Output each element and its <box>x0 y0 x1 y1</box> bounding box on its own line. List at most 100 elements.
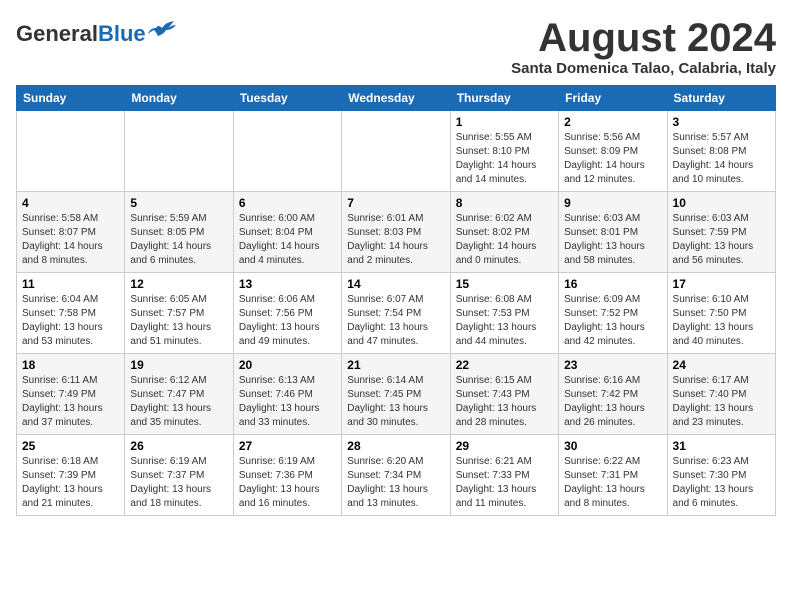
day-info: Sunrise: 6:16 AM Sunset: 7:42 PM Dayligh… <box>564 374 661 430</box>
calendar-table: SundayMondayTuesdayWednesdayThursdayFrid… <box>16 85 776 516</box>
title-block: August 2024 Santa Domenica Talao, Calabr… <box>511 16 776 77</box>
calendar-cell: 26 Sunrise: 6:19 AM Sunset: 7:37 PM Dayli… <box>125 435 233 516</box>
logo-bird-icon <box>148 20 176 40</box>
day-number: 27 <box>239 439 336 453</box>
calendar-cell: 27 Sunrise: 6:19 AM Sunset: 7:36 PM Dayli… <box>233 435 341 516</box>
calendar-cell: 22Sunrise: 6:15 AM Sunset: 7:43 PM Dayli… <box>450 354 558 435</box>
logo-text: GeneralBlue <box>16 23 146 45</box>
day-info: Sunrise: 6:19 AM Sunset: 7:36 PM Dayligh… <box>239 455 336 511</box>
day-number: 14 <box>347 277 444 291</box>
calendar-cell: 29 Sunrise: 6:21 AM Sunset: 7:33 PM Dayli… <box>450 435 558 516</box>
page-header: GeneralBlue August 2024 Santa Domenica T… <box>16 16 776 77</box>
weekday-row: SundayMondayTuesdayWednesdayThursdayFrid… <box>17 86 776 111</box>
day-info: Sunrise: 6:01 AM Sunset: 8:03 PM Dayligh… <box>347 212 444 268</box>
calendar-cell: 28 Sunrise: 6:20 AM Sunset: 7:34 PM Dayli… <box>342 435 450 516</box>
day-info: Sunrise: 6:06 AM Sunset: 7:56 PM Dayligh… <box>239 293 336 349</box>
day-number: 24 <box>673 358 770 372</box>
day-number: 8 <box>456 196 553 210</box>
month-year: August 2024 <box>511 16 776 60</box>
calendar-cell: 12 Sunrise: 6:05 AM Sunset: 7:57 PM Dayli… <box>125 273 233 354</box>
day-info: Sunrise: 5:57 AM Sunset: 8:08 PM Dayligh… <box>673 131 770 187</box>
weekday-header: Thursday <box>450 86 558 111</box>
calendar-cell: 8 Sunrise: 6:02 AM Sunset: 8:02 PM Daylig… <box>450 192 558 273</box>
day-number: 6 <box>239 196 336 210</box>
calendar-cell: 21 Sunrise: 6:14 AM Sunset: 7:45 PM Dayli… <box>342 354 450 435</box>
calendar-cell: 16Sunrise: 6:09 AM Sunset: 7:52 PM Dayli… <box>559 273 667 354</box>
day-info: Sunrise: 6:18 AM Sunset: 7:39 PM Dayligh… <box>22 455 119 511</box>
day-info: Sunrise: 6:20 AM Sunset: 7:34 PM Dayligh… <box>347 455 444 511</box>
day-info: Sunrise: 5:56 AM Sunset: 8:09 PM Dayligh… <box>564 131 661 187</box>
calendar-cell: 23 Sunrise: 6:16 AM Sunset: 7:42 PM Dayli… <box>559 354 667 435</box>
day-number: 19 <box>130 358 227 372</box>
day-number: 4 <box>22 196 119 210</box>
day-number: 11 <box>22 277 119 291</box>
logo: GeneralBlue <box>16 20 176 48</box>
calendar-cell: 20 Sunrise: 6:13 AM Sunset: 7:46 PM Dayli… <box>233 354 341 435</box>
calendar-body: 1Sunrise: 5:55 AM Sunset: 8:10 PM Daylig… <box>17 111 776 516</box>
day-info: Sunrise: 6:17 AM Sunset: 7:40 PM Dayligh… <box>673 374 770 430</box>
day-number: 16 <box>564 277 661 291</box>
calendar-cell: 6 Sunrise: 6:00 AM Sunset: 8:04 PM Daylig… <box>233 192 341 273</box>
calendar-cell: 2 Sunrise: 5:56 AM Sunset: 8:09 PM Daylig… <box>559 111 667 192</box>
day-info: Sunrise: 6:00 AM Sunset: 8:04 PM Dayligh… <box>239 212 336 268</box>
day-number: 23 <box>564 358 661 372</box>
day-number: 26 <box>130 439 227 453</box>
day-info: Sunrise: 6:04 AM Sunset: 7:58 PM Dayligh… <box>22 293 119 349</box>
day-number: 1 <box>456 115 553 129</box>
calendar-cell: 11 Sunrise: 6:04 AM Sunset: 7:58 PM Dayli… <box>17 273 125 354</box>
day-info: Sunrise: 6:19 AM Sunset: 7:37 PM Dayligh… <box>130 455 227 511</box>
calendar-cell: 19 Sunrise: 6:12 AM Sunset: 7:47 PM Dayli… <box>125 354 233 435</box>
day-number: 31 <box>673 439 770 453</box>
day-info: Sunrise: 6:07 AM Sunset: 7:54 PM Dayligh… <box>347 293 444 349</box>
day-info: Sunrise: 6:10 AM Sunset: 7:50 PM Dayligh… <box>673 293 770 349</box>
calendar-cell <box>342 111 450 192</box>
calendar-cell: 7 Sunrise: 6:01 AM Sunset: 8:03 PM Daylig… <box>342 192 450 273</box>
day-info: Sunrise: 6:14 AM Sunset: 7:45 PM Dayligh… <box>347 374 444 430</box>
calendar-week-row: 11 Sunrise: 6:04 AM Sunset: 7:58 PM Dayli… <box>17 273 776 354</box>
day-number: 9 <box>564 196 661 210</box>
day-info: Sunrise: 6:03 AM Sunset: 7:59 PM Dayligh… <box>673 212 770 268</box>
calendar-cell: 31Sunrise: 6:23 AM Sunset: 7:30 PM Dayli… <box>667 435 775 516</box>
day-info: Sunrise: 6:21 AM Sunset: 7:33 PM Dayligh… <box>456 455 553 511</box>
day-number: 15 <box>456 277 553 291</box>
day-number: 3 <box>673 115 770 129</box>
day-info: Sunrise: 6:08 AM Sunset: 7:53 PM Dayligh… <box>456 293 553 349</box>
calendar-cell: 3 Sunrise: 5:57 AM Sunset: 8:08 PM Daylig… <box>667 111 775 192</box>
calendar-cell: 14 Sunrise: 6:07 AM Sunset: 7:54 PM Dayli… <box>342 273 450 354</box>
calendar-cell: 25Sunrise: 6:18 AM Sunset: 7:39 PM Dayli… <box>17 435 125 516</box>
day-info: Sunrise: 6:03 AM Sunset: 8:01 PM Dayligh… <box>564 212 661 268</box>
day-number: 29 <box>456 439 553 453</box>
calendar-cell: 1Sunrise: 5:55 AM Sunset: 8:10 PM Daylig… <box>450 111 558 192</box>
calendar-cell: 4 Sunrise: 5:58 AM Sunset: 8:07 PM Daylig… <box>17 192 125 273</box>
calendar-cell: 10Sunrise: 6:03 AM Sunset: 7:59 PM Dayli… <box>667 192 775 273</box>
day-number: 30 <box>564 439 661 453</box>
day-number: 7 <box>347 196 444 210</box>
day-number: 12 <box>130 277 227 291</box>
calendar-week-row: 1Sunrise: 5:55 AM Sunset: 8:10 PM Daylig… <box>17 111 776 192</box>
weekday-header: Sunday <box>17 86 125 111</box>
day-number: 20 <box>239 358 336 372</box>
day-info: Sunrise: 6:05 AM Sunset: 7:57 PM Dayligh… <box>130 293 227 349</box>
calendar-cell: 18Sunrise: 6:11 AM Sunset: 7:49 PM Dayli… <box>17 354 125 435</box>
day-number: 21 <box>347 358 444 372</box>
location: Santa Domenica Talao, Calabria, Italy <box>511 60 776 77</box>
day-info: Sunrise: 6:11 AM Sunset: 7:49 PM Dayligh… <box>22 374 119 430</box>
day-info: Sunrise: 6:13 AM Sunset: 7:46 PM Dayligh… <box>239 374 336 430</box>
day-info: Sunrise: 5:58 AM Sunset: 8:07 PM Dayligh… <box>22 212 119 268</box>
day-number: 2 <box>564 115 661 129</box>
calendar-cell: 9 Sunrise: 6:03 AM Sunset: 8:01 PM Daylig… <box>559 192 667 273</box>
calendar-cell <box>233 111 341 192</box>
day-number: 28 <box>347 439 444 453</box>
calendar-cell: 30Sunrise: 6:22 AM Sunset: 7:31 PM Dayli… <box>559 435 667 516</box>
day-info: Sunrise: 6:02 AM Sunset: 8:02 PM Dayligh… <box>456 212 553 268</box>
day-number: 17 <box>673 277 770 291</box>
day-info: Sunrise: 6:12 AM Sunset: 7:47 PM Dayligh… <box>130 374 227 430</box>
calendar-cell: 17 Sunrise: 6:10 AM Sunset: 7:50 PM Dayli… <box>667 273 775 354</box>
day-info: Sunrise: 6:15 AM Sunset: 7:43 PM Dayligh… <box>456 374 553 430</box>
weekday-header: Tuesday <box>233 86 341 111</box>
calendar-week-row: 18Sunrise: 6:11 AM Sunset: 7:49 PM Dayli… <box>17 354 776 435</box>
day-number: 5 <box>130 196 227 210</box>
calendar-cell: 15 Sunrise: 6:08 AM Sunset: 7:53 PM Dayli… <box>450 273 558 354</box>
weekday-header: Monday <box>125 86 233 111</box>
calendar-cell: 5Sunrise: 5:59 AM Sunset: 8:05 PM Daylig… <box>125 192 233 273</box>
